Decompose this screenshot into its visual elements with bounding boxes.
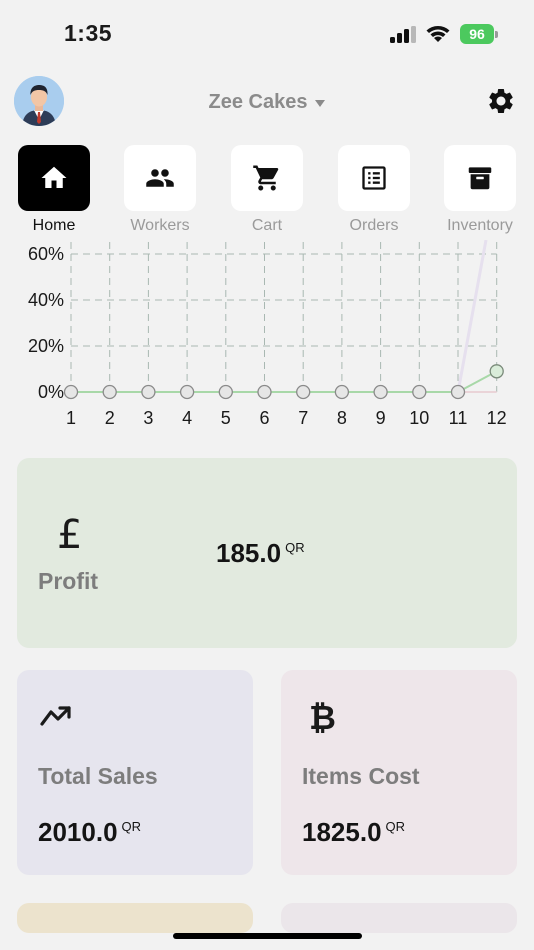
x-tick-label: 11 — [449, 408, 468, 428]
x-tick-label: 6 — [259, 408, 269, 428]
total-sales-title: Total Sales — [38, 763, 158, 789]
nav-cart[interactable]: Cart — [231, 145, 303, 237]
items-cost-card[interactable]: ₿ Items Cost 1825.0 QR — [281, 670, 517, 875]
nav-label-inventory: Inventory — [447, 217, 513, 234]
items-cost-value: 1825.0 — [302, 817, 382, 847]
data-point — [412, 384, 427, 400]
y-tick-label: 60% — [28, 244, 64, 264]
home-icon — [41, 166, 67, 188]
data-point — [63, 384, 79, 400]
status-time: 1:35 — [64, 20, 113, 46]
x-tick-label: 2 — [105, 408, 115, 428]
x-tick-label: 5 — [221, 408, 231, 428]
total-sales-value: 2010.0 — [38, 817, 118, 847]
bitcoin-icon: ₿ — [309, 698, 336, 737]
x-tick-label: 1 — [66, 408, 76, 428]
cart-icon — [253, 165, 279, 191]
nav-label-home: Home — [32, 217, 76, 234]
data-point — [450, 384, 466, 400]
total-sales-amount: 2010.0 QR — [38, 817, 141, 848]
workers-icon — [146, 169, 174, 187]
x-tick-label: 10 — [409, 408, 429, 428]
trending-up-icon — [40, 706, 71, 726]
summary-card-partial-right[interactable] — [281, 903, 517, 933]
data-point — [179, 384, 195, 400]
pound-icon: £ — [57, 512, 83, 558]
battery-icon: 96 — [460, 24, 498, 44]
x-tick-label: 7 — [298, 408, 308, 428]
data-point — [373, 384, 388, 400]
y-tick-label: 20% — [28, 336, 64, 356]
data-point — [141, 384, 156, 400]
data-point — [257, 384, 272, 400]
nav-orders[interactable]: Orders — [338, 145, 410, 237]
items-cost-amount: 1825.0 QR — [302, 817, 405, 848]
shop-selector[interactable]: Zee Cakes — [190, 88, 344, 116]
profit-title: Profit — [38, 568, 99, 594]
data-point — [334, 384, 350, 400]
profit-amount: 185.0 QR — [216, 538, 305, 569]
profit-line-chart: 0%20%40%60%1 2 3 4 5 6 7 8 9 10 11 12 — [28, 240, 507, 428]
avatar[interactable] — [14, 76, 64, 126]
total-sales-card[interactable]: Total Sales 2010.0 QR — [17, 670, 253, 875]
signal-icon — [390, 26, 418, 43]
shop-name: Zee Cakes — [208, 90, 308, 113]
data-point — [296, 384, 311, 400]
profit-unit: QR — [285, 540, 305, 555]
orders-icon — [362, 166, 386, 190]
nav-label-workers: Workers — [130, 217, 190, 234]
nav-inventory[interactable]: Inventory — [444, 145, 516, 237]
data-point — [102, 384, 117, 400]
y-tick-label: 40% — [28, 290, 64, 310]
nav-label-cart: Cart — [251, 217, 283, 234]
nav-workers[interactable]: Workers — [124, 145, 196, 237]
series-line — [71, 370, 498, 393]
items-cost-title: Items Cost — [302, 763, 420, 789]
home-indicator[interactable] — [173, 933, 362, 939]
summary-card-partial-left[interactable] — [17, 903, 253, 933]
y-tick-label: 0% — [38, 382, 64, 402]
nav-label-orders: Orders — [349, 217, 399, 234]
avatar-icon — [14, 76, 64, 126]
x-tick-label: 12 — [487, 408, 507, 428]
x-tick-label: 4 — [182, 408, 192, 428]
total-sales-unit: QR — [121, 819, 142, 834]
nav-home[interactable]: Home — [18, 145, 90, 237]
items-cost-unit: QR — [385, 819, 406, 834]
wifi-icon — [426, 26, 450, 42]
secondary-trend-line — [456, 240, 488, 393]
profit-card[interactable]: £ Profit 185.0 QR — [17, 458, 517, 648]
x-tick-label: 9 — [376, 408, 386, 428]
x-tick-label: 8 — [337, 408, 347, 428]
settings-gear-icon[interactable] — [486, 86, 516, 116]
battery-level: 96 — [460, 24, 494, 44]
profit-value: 185.0 — [216, 538, 282, 568]
x-tick-label: 3 — [143, 408, 153, 428]
caret-down-icon — [315, 99, 326, 107]
data-point — [218, 384, 233, 400]
data-point — [489, 364, 504, 379]
status-bar: 1:35 96 — [0, 0, 534, 66]
inventory-icon — [468, 167, 492, 190]
